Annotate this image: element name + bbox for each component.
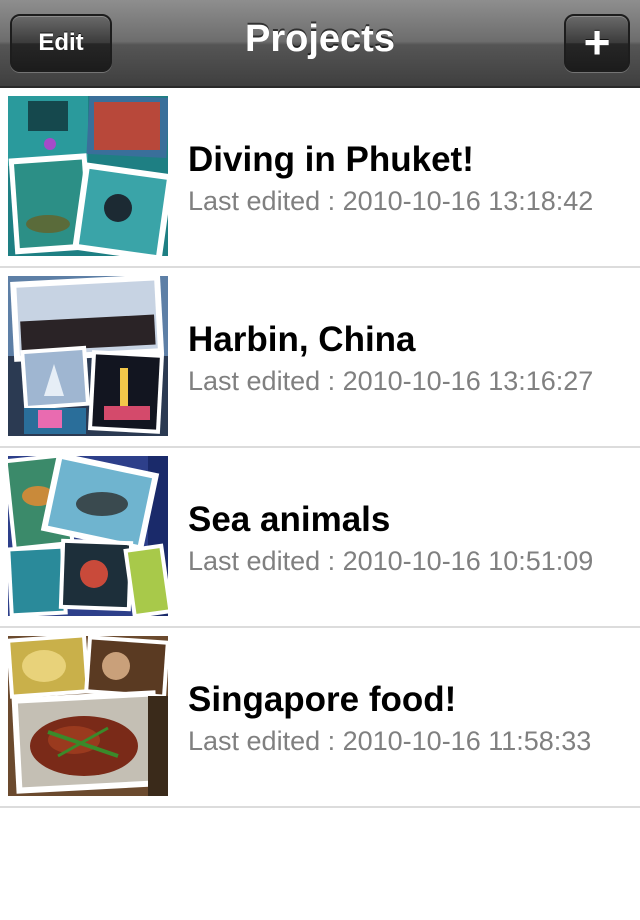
project-title: Sea animals bbox=[188, 500, 391, 539]
navigation-bar: Edit Projects + bbox=[0, 0, 640, 88]
project-thumbnail bbox=[8, 276, 168, 436]
project-title: Harbin, China bbox=[188, 320, 416, 359]
project-last-edited: Last edited : 2010-10-16 13:18:42 bbox=[188, 186, 594, 216]
project-last-edited: Last edited : 2010-10-16 10:51:09 bbox=[188, 546, 594, 576]
project-thumbnail bbox=[8, 96, 168, 256]
project-title: Singapore food! bbox=[188, 680, 457, 719]
project-thumbnail bbox=[8, 456, 168, 616]
project-row-sea-animals[interactable]: Sea animals Last edited : 2010-10-16 10:… bbox=[0, 448, 640, 628]
plus-icon: + bbox=[583, 16, 611, 68]
project-row-singapore-food[interactable]: Singapore food! Last edited : 2010-10-16… bbox=[0, 628, 640, 808]
page-title: Projects bbox=[245, 18, 395, 60]
add-project-button[interactable]: + bbox=[564, 14, 630, 72]
project-title: Diving in Phuket! bbox=[188, 140, 474, 179]
project-last-edited: Last edited : 2010-10-16 11:58:33 bbox=[188, 726, 592, 756]
project-row-harbin-china[interactable]: Harbin, China Last edited : 2010-10-16 1… bbox=[0, 268, 640, 448]
project-last-edited: Last edited : 2010-10-16 13:16:27 bbox=[188, 366, 594, 396]
project-list: Diving in Phuket! Last edited : 2010-10-… bbox=[0, 88, 640, 808]
project-row-diving-in-phuket[interactable]: Diving in Phuket! Last edited : 2010-10-… bbox=[0, 88, 640, 268]
project-thumbnail bbox=[8, 636, 168, 796]
